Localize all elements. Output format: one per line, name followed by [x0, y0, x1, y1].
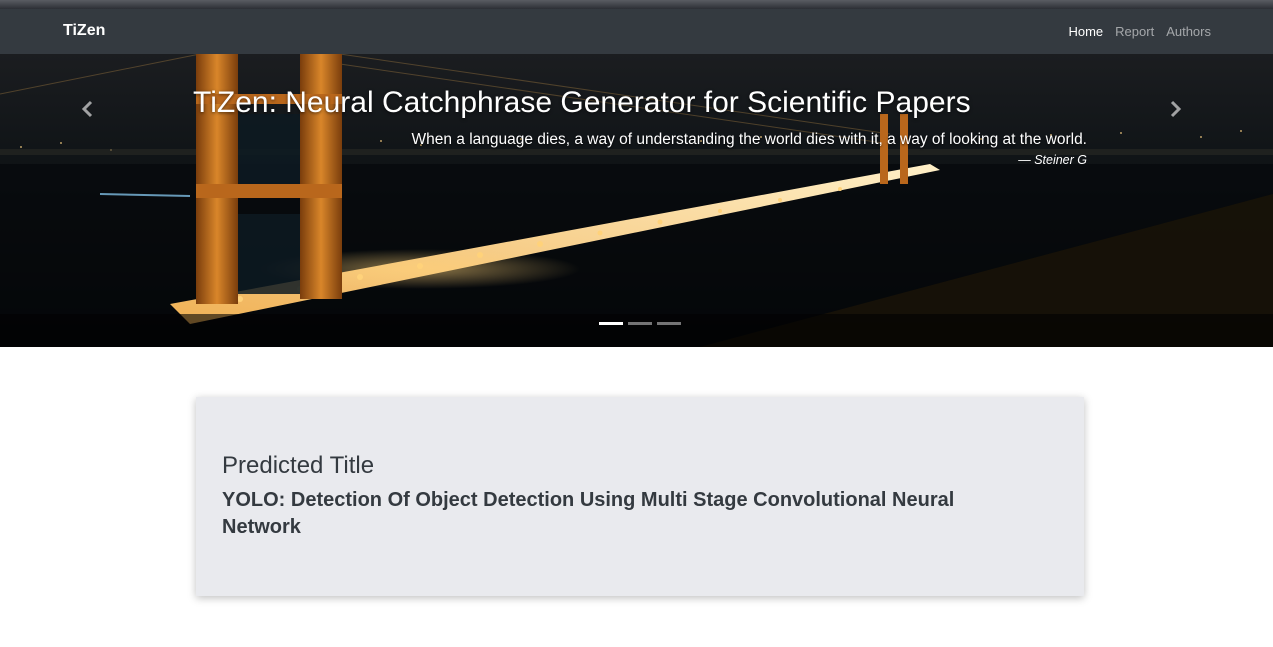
carousel-prev-button[interactable] [81, 100, 111, 130]
chevron-left-icon [81, 100, 93, 118]
carousel-quote: When a language dies, a way of understan… [411, 131, 1087, 148]
nav-link-home[interactable]: Home [1068, 24, 1103, 39]
navbar: TiZen Home Report Authors [0, 9, 1273, 54]
brand-logo[interactable]: TiZen [63, 22, 105, 40]
nav-link-report[interactable]: Report [1115, 24, 1154, 39]
carousel-next-button[interactable] [1168, 100, 1198, 130]
chevron-right-icon [1170, 100, 1182, 118]
carousel-indicators [599, 322, 681, 325]
nav-links: Home Report Authors [1068, 24, 1211, 39]
browser-top-strip [0, 0, 1273, 9]
nav-link-authors[interactable]: Authors [1166, 24, 1211, 39]
carousel-indicator-3[interactable] [657, 322, 681, 325]
carousel-indicator-2[interactable] [628, 322, 652, 325]
hero-carousel: TiZen: Neural Catchphrase Generator for … [0, 54, 1273, 347]
carousel-indicator-1[interactable] [599, 322, 623, 325]
predicted-title-label: Predicted Title [222, 452, 375, 479]
prediction-card: Predicted Title YOLO: Detection Of Objec… [196, 397, 1084, 596]
carousel-quote-author: — Steiner G [1018, 153, 1087, 167]
carousel-title: TiZen: Neural Catchphrase Generator for … [193, 86, 971, 119]
predicted-title-text: YOLO: Detection Of Object Detection Usin… [222, 489, 955, 538]
